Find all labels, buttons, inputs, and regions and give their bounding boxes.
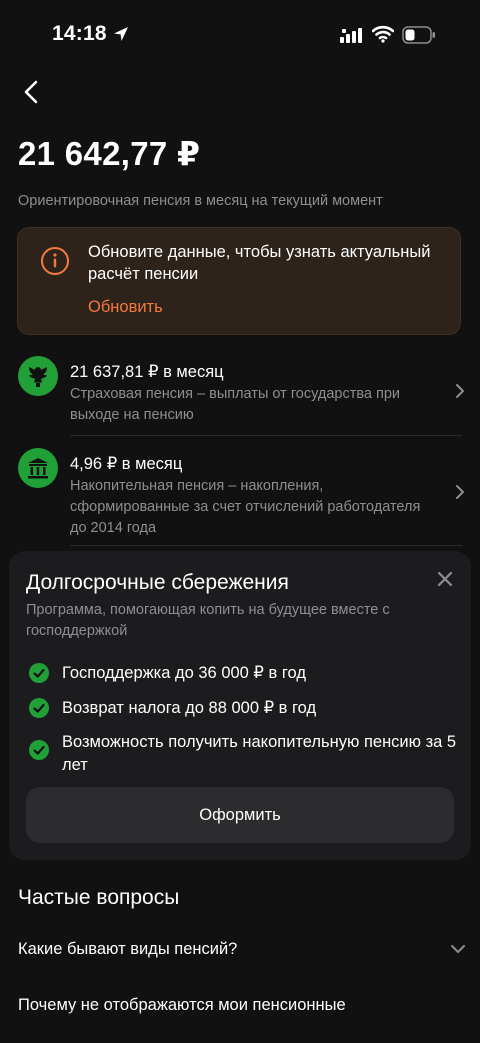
chevron-down-icon[interactable] <box>450 941 466 957</box>
funded-pension-row[interactable]: 4,96 ₽ в месяц Накопительная пенсия – на… <box>0 444 480 544</box>
back-button[interactable] <box>14 74 50 110</box>
total-pension-amount: 21 642,77 ₽ <box>18 135 201 172</box>
checkmark-icon <box>29 698 49 718</box>
benefit-item: Господдержка до 36 000 ₽ в год <box>62 664 306 682</box>
divider <box>70 435 462 436</box>
benefit-item: Возврат налога до 88 000 ₽ в год <box>62 699 317 717</box>
eagle-emblem-icon <box>18 356 58 396</box>
apply-button[interactable]: Оформить <box>26 787 454 843</box>
funded-pension-description: Накопительная пенсия – накопления, сформ… <box>70 478 421 536</box>
long-term-savings-sheet: Долгосрочные сбережения Программа, помог… <box>9 551 471 860</box>
insurance-pension-amount: 21 637,81 ₽ в месяц <box>70 363 224 381</box>
info-icon <box>41 247 69 275</box>
checkmark-icon <box>29 663 49 683</box>
location-arrow-icon <box>114 27 128 41</box>
faq-title: Частые вопросы <box>18 886 180 909</box>
update-data-link[interactable]: Обновить <box>88 298 163 317</box>
bank-building-icon <box>18 448 58 488</box>
insurance-pension-description: Страховая пенсия – выплаты от государств… <box>70 386 400 423</box>
chevron-right-icon <box>456 384 464 398</box>
update-data-text: Обновите данные, чтобы узнать актуальный… <box>88 243 431 283</box>
sheet-title: Долгосрочные сбережения <box>26 571 289 594</box>
sheet-subtitle: Программа, помогающая копить на будущее … <box>26 602 390 639</box>
insurance-pension-row[interactable]: 21 637,81 ₽ в месяц Страховая пенсия – в… <box>0 352 480 436</box>
faq-question[interactable]: Какие бывают виды пенсий? <box>18 940 237 959</box>
divider <box>70 545 462 546</box>
close-icon[interactable] <box>433 567 457 591</box>
update-data-card: Обновите данные, чтобы узнать актуальный… <box>17 227 461 335</box>
benefit-item: Возможность получить накопительную пенси… <box>62 733 457 774</box>
funded-pension-amount: 4,96 ₽ в месяц <box>70 455 183 473</box>
battery-icon <box>402 26 435 44</box>
checkmark-icon <box>29 740 49 760</box>
total-pension-description: Ориентировочная пенсия в месяц на текущи… <box>18 193 383 209</box>
cellular-signal-icon <box>340 28 362 43</box>
chevron-right-icon <box>456 485 464 499</box>
wifi-icon <box>372 25 394 43</box>
scroll-fade <box>0 1010 480 1043</box>
status-time: 14:18 <box>52 22 107 45</box>
